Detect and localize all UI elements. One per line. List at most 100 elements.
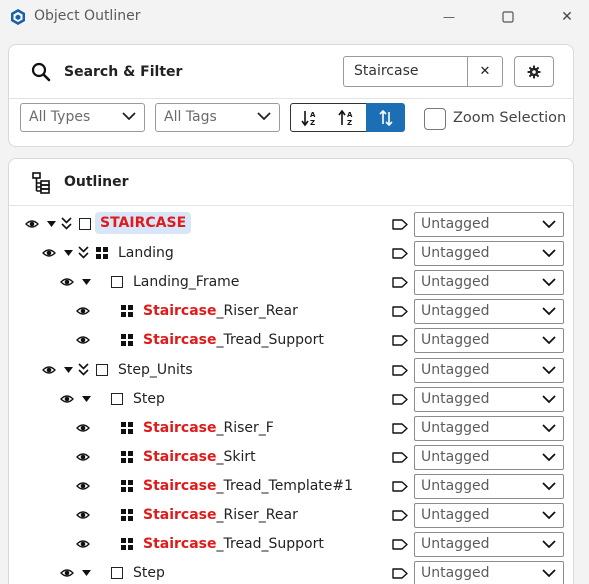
- tree-row[interactable]: Staircase_Skirt Untagged: [9, 443, 573, 472]
- tag-dropdown[interactable]: Untagged: [414, 415, 564, 441]
- eye-icon: [76, 336, 90, 345]
- sort-z-a-icon: A Z: [338, 109, 353, 127]
- minimize-button[interactable]: —: [434, 4, 464, 30]
- tree-row[interactable]: Staircase_Tread_Support Untagged: [9, 530, 573, 559]
- tree-item-name[interactable]: Step: [133, 391, 165, 407]
- eye-icon: [42, 365, 56, 374]
- name-text: _Riser_Rear: [216, 507, 298, 523]
- tag-dropdown[interactable]: Untagged: [414, 212, 564, 237]
- tree-item-name[interactable]: Staircase_Riser_F: [143, 420, 274, 436]
- component-icon: [121, 479, 133, 492]
- tag-dropdown[interactable]: Untagged: [414, 561, 564, 584]
- type-filter-value: All Types: [29, 109, 91, 125]
- tag-value: Untagged: [421, 507, 490, 523]
- settings-button[interactable]: [514, 56, 554, 87]
- name-text: _Riser_F: [216, 419, 274, 436]
- tree-item-name[interactable]: Step_Units: [118, 362, 193, 378]
- tree-row[interactable]: STAIRCASE Untagged: [9, 210, 573, 239]
- group-icon: [111, 392, 123, 405]
- tree-row[interactable]: Staircase_Tread_Support Untagged: [9, 326, 573, 355]
- tree-item-name[interactable]: Staircase_Riser_Rear: [143, 303, 298, 319]
- tag-value: Untagged: [421, 390, 490, 407]
- sort-a-z-button[interactable]: A Z: [290, 103, 329, 132]
- zoom-selection-checkbox[interactable]: [424, 108, 446, 130]
- tag-dropdown[interactable]: Untagged: [414, 241, 564, 267]
- search-filter-title: Search & Filter: [64, 64, 183, 80]
- close-button[interactable]: ✕: [552, 4, 582, 30]
- clear-icon: ✕: [479, 64, 491, 79]
- eye-icon: [25, 220, 39, 228]
- eye-icon: [76, 511, 90, 519]
- tag-icon: [392, 510, 408, 521]
- sort-z-a-button[interactable]: A Z: [328, 103, 367, 132]
- tree-item-name[interactable]: Staircase_Tread_Support: [143, 332, 324, 348]
- chevron-down-icon: [542, 278, 556, 287]
- minimize-icon: —: [443, 10, 455, 24]
- name-text: _Tread_Template#1: [216, 477, 354, 494]
- sketchup-app-icon: [11, 9, 25, 25]
- chevron-down-icon: [542, 307, 556, 316]
- maximize-button[interactable]: [493, 4, 523, 30]
- tree-row[interactable]: Staircase_Riser_F Untagged: [9, 414, 573, 443]
- tag-dropdown[interactable]: Untagged: [414, 299, 564, 325]
- tree-item-name[interactable]: Step: [133, 565, 165, 581]
- tree-row[interactable]: Step Untagged: [9, 385, 573, 414]
- chevron-down-icon: [122, 112, 136, 121]
- eye-icon: [76, 453, 90, 461]
- tree-row[interactable]: Landing_Frame Untagged: [9, 268, 573, 297]
- tree-item-name[interactable]: Landing: [118, 245, 174, 261]
- outliner-title: Outliner: [64, 174, 129, 190]
- tag-dropdown[interactable]: Untagged: [414, 357, 564, 383]
- tree-row[interactable]: Landing Untagged: [9, 239, 573, 268]
- caret-down-icon: [82, 570, 91, 577]
- tag-icon: [392, 422, 408, 434]
- eye-icon: [76, 307, 90, 315]
- name-text: _Skirt: [216, 448, 256, 465]
- tag-dropdown[interactable]: Untagged: [414, 532, 564, 558]
- clear-search-button[interactable]: ✕: [467, 56, 503, 87]
- tag-icon: [392, 393, 408, 405]
- search-match-text: Staircase: [143, 477, 217, 494]
- tag-icon: [392, 335, 408, 347]
- search-match-text: Staircase: [143, 448, 217, 465]
- tag-dropdown[interactable]: Untagged: [414, 270, 564, 296]
- chevron-down-icon: [542, 453, 556, 462]
- tree-row[interactable]: Step_Units Untagged: [9, 356, 573, 385]
- tree-item-name[interactable]: STAIRCASE: [95, 212, 192, 234]
- outliner-tree-icon: [32, 172, 50, 194]
- tag-dropdown[interactable]: Untagged: [414, 386, 564, 412]
- tree-item-name[interactable]: Staircase_Tread_Template#1: [143, 478, 353, 494]
- component-icon: [121, 305, 133, 318]
- tag-icon: [392, 452, 408, 463]
- svg-text:Z: Z: [347, 119, 352, 127]
- tag-dropdown[interactable]: Untagged: [414, 473, 564, 499]
- search-input[interactable]: Staircase: [343, 56, 469, 87]
- window-title: Object Outliner: [34, 8, 141, 24]
- tag-dropdown[interactable]: Untagged: [414, 328, 564, 354]
- tag-dropdown[interactable]: Untagged: [414, 503, 564, 528]
- tag-filter-dropdown[interactable]: All Tags: [155, 103, 280, 132]
- sort-ordered-button[interactable]: [366, 103, 405, 132]
- double-chevron-down-icon: [78, 362, 89, 376]
- tree-row[interactable]: Staircase_Riser_Rear Untagged: [9, 501, 573, 530]
- tree-item-name[interactable]: Staircase_Riser_Rear: [143, 507, 298, 523]
- tree-item-name[interactable]: Landing_Frame: [133, 274, 239, 290]
- tree-row[interactable]: Step Untagged: [9, 559, 573, 584]
- tree-item-name[interactable]: Staircase_Tread_Support: [143, 536, 324, 552]
- search-match-text: STAIRCASE: [100, 215, 187, 231]
- search-match-text: Staircase: [143, 332, 217, 349]
- component-icon: [121, 421, 133, 434]
- type-filter-dropdown[interactable]: All Types: [20, 103, 145, 132]
- tree-row[interactable]: Staircase_Riser_Rear Untagged: [9, 297, 573, 326]
- tag-dropdown[interactable]: Untagged: [414, 444, 564, 470]
- close-icon: ✕: [561, 9, 573, 25]
- chevron-down-icon: [542, 482, 556, 491]
- tag-value: Untagged: [421, 361, 490, 378]
- chevron-down-icon: [257, 112, 271, 121]
- double-chevron-down-icon: [78, 246, 89, 259]
- tree-row[interactable]: Staircase_Tread_Template#1 Untagged: [9, 472, 573, 501]
- tree-item-name[interactable]: Staircase_Skirt: [143, 449, 256, 465]
- chevron-down-icon: [542, 540, 556, 549]
- tag-value: Untagged: [421, 303, 490, 320]
- group-icon: [79, 218, 91, 230]
